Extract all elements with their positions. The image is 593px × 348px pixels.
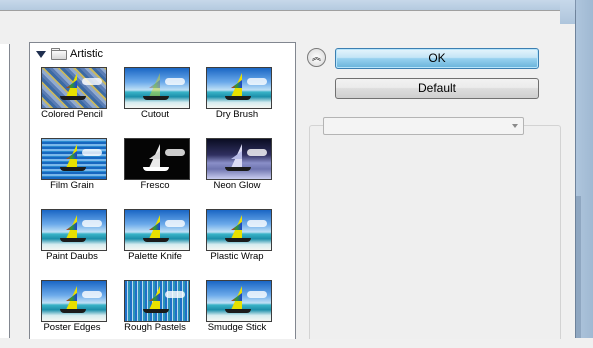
default-button[interactable]: Default	[335, 78, 539, 99]
filter-preview-image	[206, 209, 272, 251]
filter-preview-image	[206, 67, 272, 109]
window-titlebar	[0, 0, 593, 10]
filter-label: Paint Daubs	[46, 251, 98, 262]
filter-preview-image	[206, 138, 272, 180]
filter-preview-image	[41, 138, 107, 180]
filter-thumbnail[interactable]: Cutout	[114, 65, 196, 135]
filter-thumbnail[interactable]: Palette Knife	[114, 207, 196, 277]
filter-label: Plastic Wrap	[210, 251, 264, 262]
filter-thumbnail[interactable]: Plastic Wrap	[196, 207, 278, 277]
double-chevron-up-icon: ︽	[311, 52, 321, 62]
filter-preview-image	[41, 67, 107, 109]
filter-label: Poster Edges	[43, 322, 101, 333]
category-header-artistic[interactable]: Artistic	[34, 46, 103, 62]
filter-thumbnail[interactable]: Neon Glow	[196, 136, 278, 206]
filter-preview-image	[41, 280, 107, 322]
filter-label: Cutout	[141, 109, 169, 120]
filter-thumbnail[interactable]: Colored Pencil	[31, 65, 113, 135]
category-label: Artistic	[70, 48, 103, 60]
filter-label: Neon Glow	[213, 180, 261, 191]
filter-preview-image	[41, 209, 107, 251]
filter-label: Palette Knife	[128, 251, 182, 262]
ok-button[interactable]: OK	[335, 48, 539, 69]
filter-thumbnail[interactable]: Fresco	[114, 136, 196, 206]
filter-preview-image	[124, 67, 190, 109]
dropdown-arrow-icon	[512, 124, 518, 128]
filter-label: Dry Brush	[215, 109, 259, 120]
filter-thumbnail[interactable]: Dry Brush	[196, 65, 278, 135]
filter-select-dropdown[interactable]	[323, 117, 524, 135]
filter-settings-panel	[309, 125, 561, 339]
filter-label: Fresco	[140, 180, 170, 191]
filter-label: Smudge Stick	[207, 322, 267, 333]
filter-preview-image	[124, 138, 190, 180]
filter-gallery: Artistic Colored Pencil Cutout Dry Brush Fi…	[29, 42, 296, 339]
collapse-gallery-button[interactable]: ︽	[307, 48, 326, 67]
expand-triangle-icon[interactable]	[36, 50, 46, 58]
filter-label: Rough Pastels	[124, 322, 186, 333]
filter-thumbnail[interactable]: Film Grain	[31, 136, 113, 206]
filter-preview-image	[124, 209, 190, 251]
filter-preview-image	[206, 280, 272, 322]
preview-panel-edge	[0, 44, 10, 338]
filter-preview-image	[124, 280, 190, 322]
frame-scroll-thumb[interactable]	[576, 196, 581, 338]
folder-icon	[51, 48, 67, 60]
filter-label: Colored Pencil	[41, 109, 103, 120]
filter-label: Film Grain	[50, 180, 94, 191]
filter-thumbnail[interactable]: Paint Daubs	[31, 207, 113, 277]
